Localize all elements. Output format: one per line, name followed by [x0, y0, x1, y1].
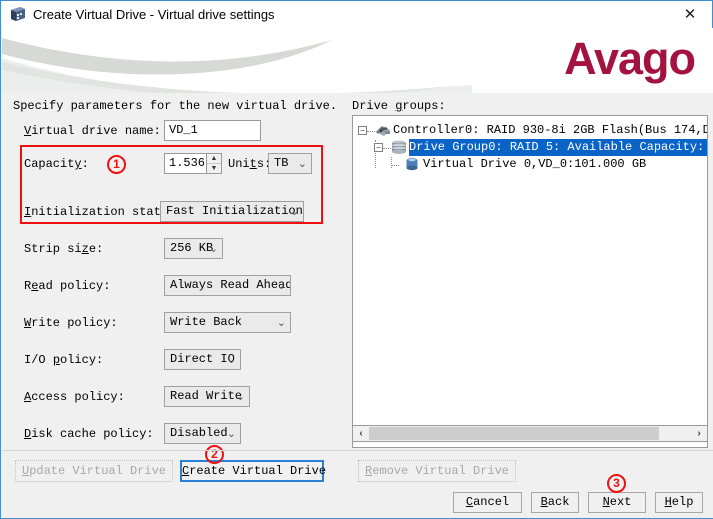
tree-node-label: Drive Group0: RAID 5: Available Capacity…: [409, 139, 707, 156]
help-button[interactable]: Help: [655, 492, 703, 513]
drive-groups-tree[interactable]: − Controller0: RAID 930-8i 2GB Flash(Bus…: [352, 115, 708, 448]
access-policy-value: Read Write: [170, 389, 243, 403]
chevron-down-icon: ⌄: [276, 317, 286, 329]
tree-horizontal-scrollbar[interactable]: ‹ ›: [352, 425, 708, 442]
update-virtual-drive-button: Update Virtual Drive: [15, 460, 173, 482]
avago-logo: Avago: [564, 33, 696, 84]
field-row-virtual-drive-name: Virtual drive name: VD_1: [2, 120, 347, 142]
chevron-down-icon: ⌄: [276, 280, 286, 292]
create-virtual-drive-button[interactable]: Create Virtual Drive: [180, 460, 326, 482]
drive-groups-panel: Drive groups: − Controller0: RAID 930-8i…: [350, 93, 712, 518]
chevron-down-icon: ⌄: [226, 428, 236, 440]
annotation-box-1: [20, 145, 323, 224]
label-io-policy: I/O policy:: [24, 353, 104, 367]
field-row-write-policy: Write policy: Write Back ⌄: [2, 312, 347, 334]
scroll-right-arrow-icon[interactable]: ›: [691, 426, 707, 441]
label-read-policy: Read policy:: [24, 279, 111, 293]
cancel-button[interactable]: Cancel: [453, 492, 522, 513]
virtual-drive-name-input[interactable]: VD_1: [164, 120, 261, 141]
field-row-io-policy: I/O policy: Direct IO ⌄: [2, 349, 347, 371]
field-row-disk-cache-policy: Disk cache policy: Disabled ⌄: [2, 423, 347, 445]
label-drive-groups: Drive groups:: [352, 99, 446, 113]
back-button[interactable]: Back: [531, 492, 579, 513]
scrollbar-thumb[interactable]: [369, 427, 659, 440]
tree-expander-collapse-icon[interactable]: −: [358, 126, 367, 135]
virtual-drive-settings-form: Virtual drive name: VD_1 Capacity: 1.536…: [2, 93, 347, 518]
title-bar: Create Virtual Drive - Virtual drive set…: [1, 1, 712, 28]
strip-size-select[interactable]: 256 KB ⌄: [164, 238, 223, 259]
dialog-content: Specify parameters for the new virtual d…: [2, 93, 713, 518]
virtual-drive-icon: [405, 157, 419, 177]
chevron-down-icon: ⌄: [208, 243, 218, 255]
access-policy-select[interactable]: Read Write ⌄: [164, 386, 250, 407]
annotation-marker-3: 3: [607, 474, 626, 493]
chevron-down-icon: ⌄: [226, 354, 236, 366]
label-disk-cache-policy: Disk cache policy:: [24, 427, 154, 441]
field-row-access-policy: Access policy: Read Write ⌄: [2, 386, 347, 408]
read-policy-select[interactable]: Always Read Ahead ⌄: [164, 275, 291, 296]
footer-divider: [2, 450, 713, 451]
label-strip-size: Strip size:: [24, 242, 104, 256]
label-virtual-drive-name: Virtual drive name:: [24, 124, 161, 138]
strip-size-value: 256 KB: [170, 241, 214, 255]
io-policy-select[interactable]: Direct IO ⌄: [164, 349, 241, 370]
field-row-read-policy: Read policy: Always Read Ahead ⌄: [2, 275, 347, 297]
tree-connector: [391, 165, 399, 166]
create-virtual-drive-dialog: Create Virtual Drive - Virtual drive set…: [0, 0, 713, 519]
read-policy-value: Always Read Ahead: [170, 278, 291, 292]
tree-connector: [383, 148, 391, 149]
label-write-policy: Write policy:: [24, 316, 118, 330]
scroll-left-arrow-icon[interactable]: ‹: [353, 426, 369, 441]
brand-banner: Avago: [2, 28, 713, 94]
disk-cache-policy-select[interactable]: Disabled ⌄: [164, 423, 241, 444]
tree-node-label: Controller0: RAID 930-8i 2GB Flash(Bus 1…: [393, 123, 707, 137]
window-title: Create Virtual Drive - Virtual drive set…: [33, 7, 275, 22]
io-policy-value: Direct IO: [170, 352, 235, 366]
server-stack-icon: [9, 6, 26, 23]
close-icon[interactable]: ✕: [676, 5, 704, 25]
tree-node-label: Virtual Drive 0,VD_0:101.000 GB: [423, 157, 647, 171]
write-policy-value: Write Back: [170, 315, 243, 329]
field-row-strip-size: Strip size: 256 KB ⌄: [2, 238, 347, 260]
disk-cache-policy-value: Disabled: [170, 426, 228, 440]
chevron-down-icon: ⌄: [235, 391, 245, 403]
next-button[interactable]: Next: [588, 492, 646, 513]
write-policy-select[interactable]: Write Back ⌄: [164, 312, 291, 333]
remove-virtual-drive-button: Remove Virtual Drive: [358, 460, 516, 482]
label-access-policy: Access policy:: [24, 390, 125, 404]
tree-connector: [367, 131, 375, 132]
annotation-marker-1: 1: [107, 155, 126, 174]
tree-expander-collapse-icon[interactable]: −: [374, 143, 383, 152]
annotation-marker-2: 2: [205, 445, 224, 464]
controller-icon: [375, 123, 391, 144]
